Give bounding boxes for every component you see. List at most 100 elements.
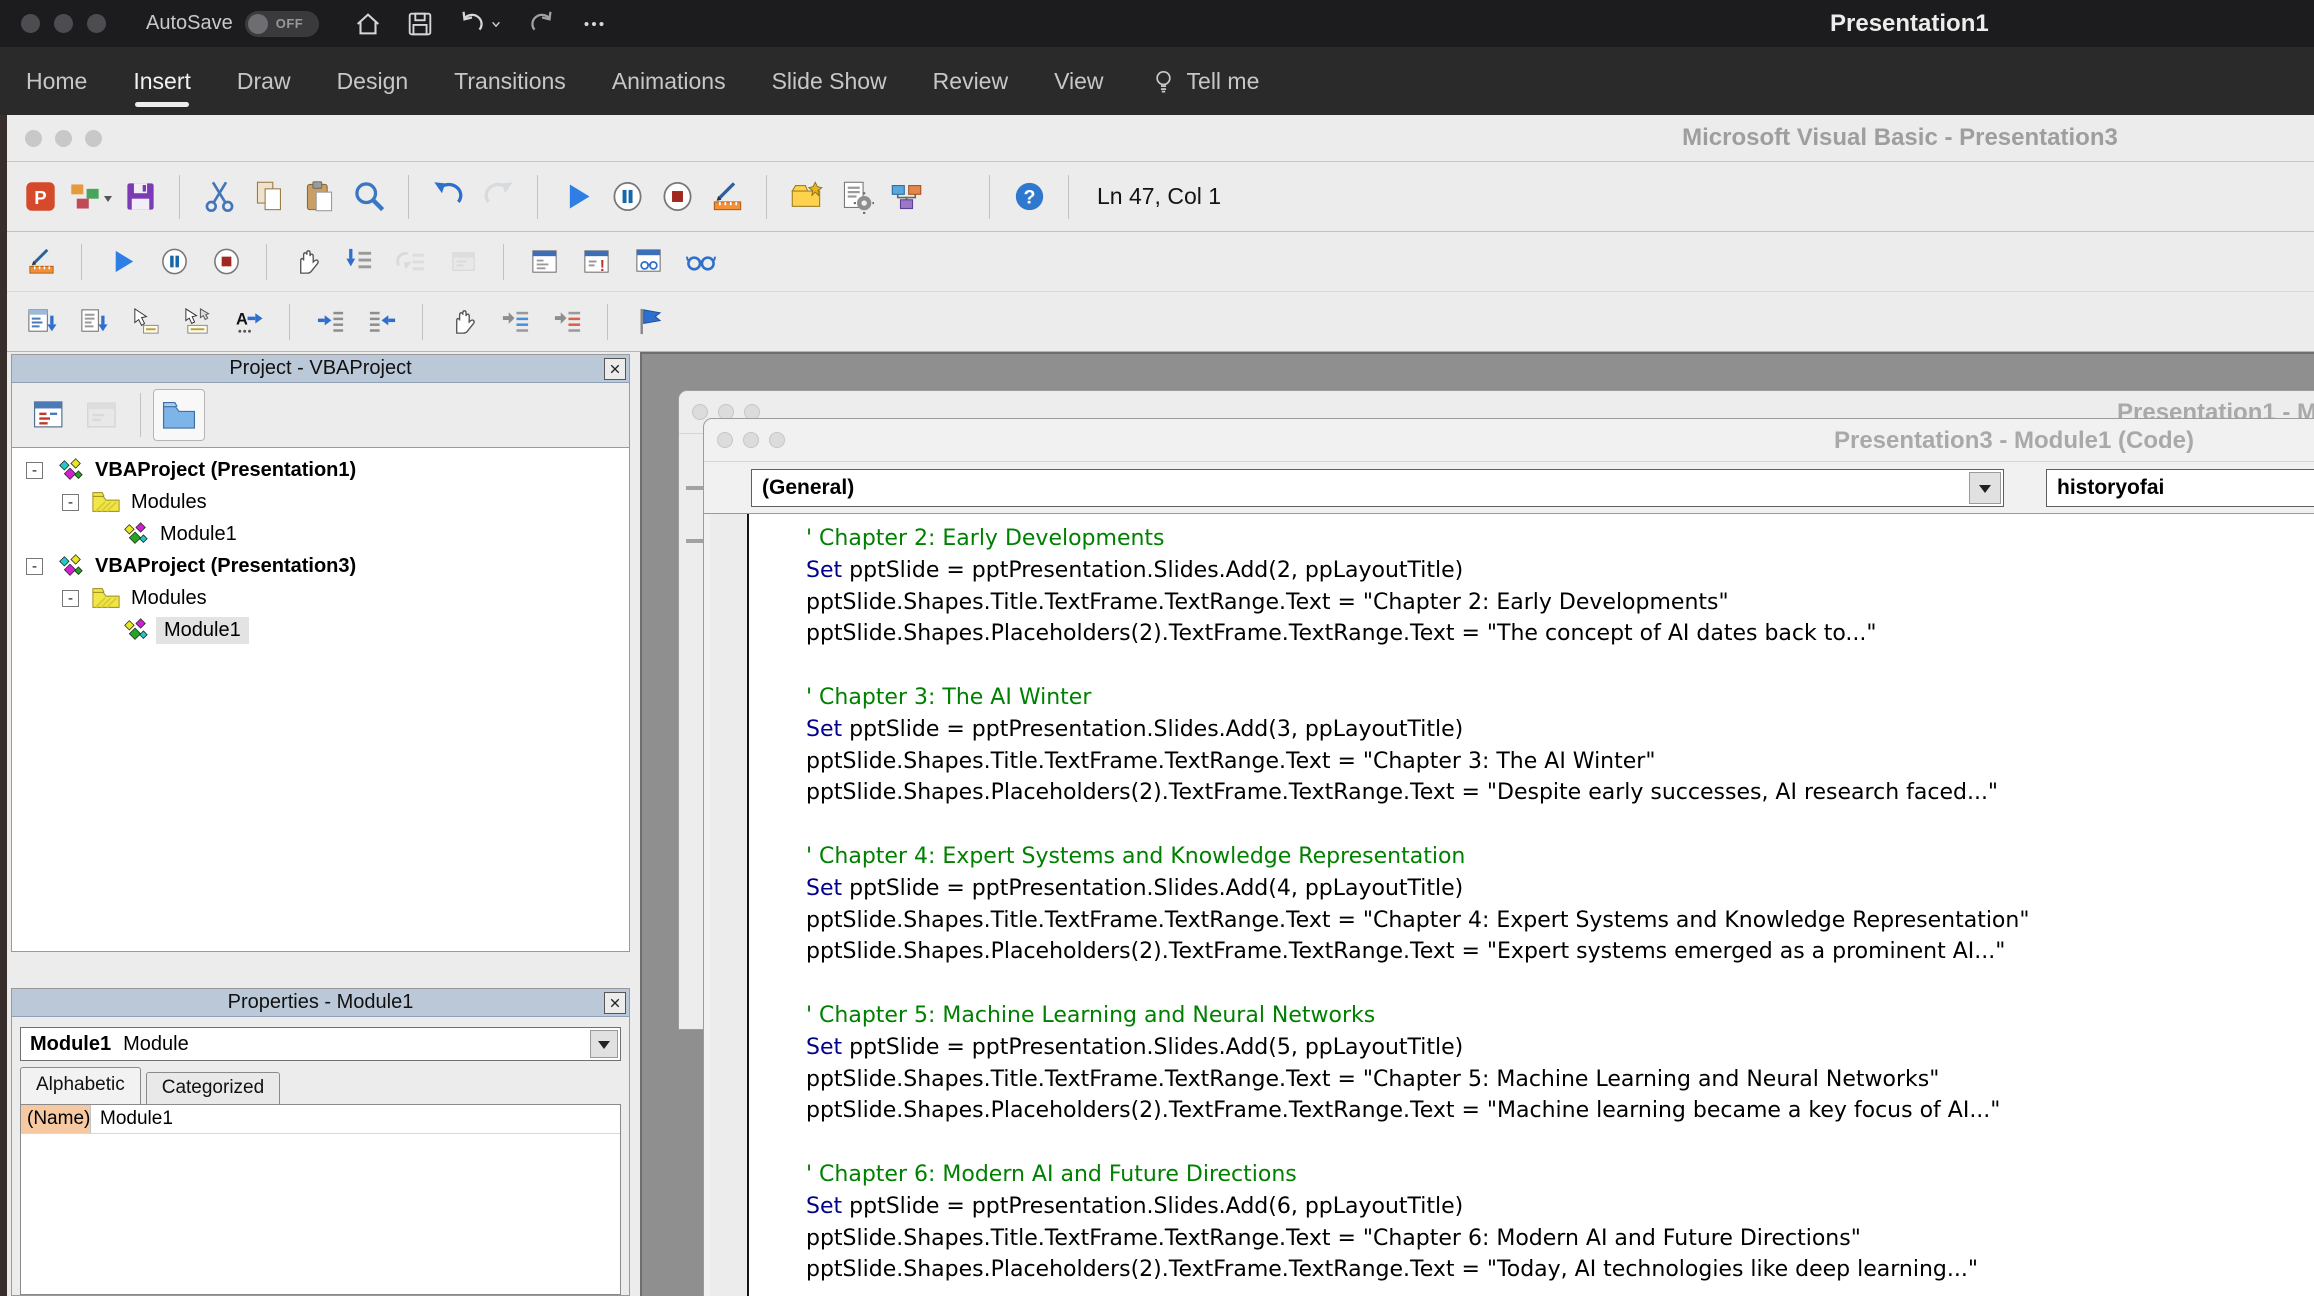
- toggle-breakpoint-button[interactable]: [283, 240, 331, 284]
- properties-tab-categorized[interactable]: Categorized: [145, 1072, 281, 1104]
- watch-window-button[interactable]: [624, 240, 672, 284]
- outdent-button[interactable]: [358, 300, 406, 344]
- powerpoint-button[interactable]: [17, 173, 63, 221]
- properties-tab-alphabetic[interactable]: Alphabetic: [20, 1067, 141, 1104]
- cut-button[interactable]: [196, 173, 242, 221]
- ribbon-tab-animations[interactable]: Animations: [612, 47, 726, 115]
- ribbon-tab-slide-show[interactable]: Slide Show: [772, 47, 887, 115]
- find-button[interactable]: [346, 173, 392, 221]
- object-dropdown[interactable]: (General): [751, 469, 2004, 507]
- minimize-button[interactable]: [55, 129, 72, 147]
- tree-item[interactable]: Module1: [12, 614, 629, 646]
- toggle-breakpoint-icon: [448, 306, 479, 337]
- design-mode-button[interactable]: [17, 240, 65, 284]
- more-commands-button[interactable]: [575, 5, 613, 43]
- stop-button[interactable]: [654, 173, 700, 221]
- tree-item[interactable]: - Modules: [12, 486, 629, 518]
- ribbon-tab-design[interactable]: Design: [337, 47, 409, 115]
- zoom-button[interactable]: [85, 129, 102, 147]
- list-constants-button[interactable]: [69, 300, 117, 344]
- toggle-bookmark-button[interactable]: [624, 300, 672, 344]
- step-over-button[interactable]: [387, 240, 435, 284]
- minimize-button[interactable]: [54, 14, 73, 33]
- quick-info-button[interactable]: [121, 300, 169, 344]
- close-button[interactable]: [21, 14, 40, 33]
- locals-window-button[interactable]: [520, 240, 568, 284]
- dropdown-arrow-button[interactable]: [1969, 472, 2001, 504]
- save-button[interactable]: [117, 173, 163, 221]
- redo-button[interactable]: [523, 5, 561, 43]
- object-browser-button[interactable]: [883, 173, 929, 221]
- tree-expander[interactable]: -: [62, 493, 79, 511]
- pause-button[interactable]: [604, 173, 650, 221]
- project-panel-header[interactable]: Project - VBAProject: [12, 355, 629, 383]
- uncomment-block-button[interactable]: [543, 300, 591, 344]
- close-button[interactable]: [717, 432, 733, 448]
- watch-window-icon: [633, 246, 664, 277]
- close-button[interactable]: [25, 129, 42, 147]
- margin-indicator-bar[interactable]: [710, 514, 749, 1296]
- run-button[interactable]: [98, 240, 146, 284]
- comment-block-button[interactable]: [491, 300, 539, 344]
- project-explorer-button[interactable]: [783, 173, 829, 221]
- procedure-dropdown[interactable]: historyofai: [2046, 469, 2314, 507]
- minimize-button[interactable]: [743, 432, 759, 448]
- ribbon-tab-draw[interactable]: Draw: [237, 47, 291, 115]
- ribbon-tab-review[interactable]: Review: [933, 47, 1008, 115]
- ribbon-tab-tell-me[interactable]: Tell me: [1150, 47, 1259, 115]
- help-button[interactable]: [1006, 173, 1052, 221]
- tree-item[interactable]: - VBAProject (Presentation3): [12, 550, 629, 582]
- ribbon-tab-insert[interactable]: Insert: [133, 47, 191, 115]
- pause-button[interactable]: [150, 240, 198, 284]
- undo-button[interactable]: [425, 173, 471, 221]
- copy-button[interactable]: [246, 173, 292, 221]
- properties-window-button[interactable]: [833, 173, 879, 221]
- tree-item[interactable]: - VBAProject (Presentation1): [12, 454, 629, 486]
- home-button[interactable]: [349, 5, 387, 43]
- ribbon-tab-view[interactable]: View: [1054, 47, 1103, 115]
- autosave-toggle[interactable]: OFF: [244, 10, 319, 37]
- indent-button[interactable]: [306, 300, 354, 344]
- step-out-button[interactable]: [439, 240, 487, 284]
- close-project-panel-button[interactable]: [604, 358, 626, 380]
- view-code-button[interactable]: [24, 389, 76, 441]
- tree-expander[interactable]: -: [62, 589, 79, 607]
- toolbar-separator: [266, 243, 267, 280]
- design-mode-button[interactable]: [704, 173, 750, 221]
- complete-word-button[interactable]: [225, 300, 273, 344]
- close-button[interactable]: [692, 404, 708, 420]
- zoom-button[interactable]: [769, 432, 785, 448]
- toggle-folders-button[interactable]: [153, 389, 205, 441]
- code-editor[interactable]: ' Chapter 2: Early Developments Set pptSl…: [749, 514, 2314, 1296]
- step-into-button[interactable]: [335, 240, 383, 284]
- list-properties-button[interactable]: [17, 300, 65, 344]
- tree-expander[interactable]: -: [26, 557, 43, 575]
- redo-button[interactable]: [475, 173, 521, 221]
- undo-button[interactable]: [453, 5, 509, 43]
- tree-item[interactable]: - Modules: [12, 582, 629, 614]
- vba-window-title: Microsoft Visual Basic - Presentation3: [1682, 124, 2118, 151]
- ribbon-tab-home[interactable]: Home: [26, 47, 87, 115]
- stop-button[interactable]: [202, 240, 250, 284]
- tree-item[interactable]: Module1: [12, 518, 629, 550]
- run-button[interactable]: [554, 173, 600, 221]
- complete-word-icon: [234, 306, 265, 337]
- paste-button[interactable]: [296, 173, 342, 221]
- ribbon-tab-label: Home: [26, 67, 88, 94]
- view-powerpoint-button[interactable]: [67, 173, 113, 221]
- toggle-breakpoint-button[interactable]: [439, 300, 487, 344]
- properties-panel-header[interactable]: Properties - Module1: [12, 989, 629, 1017]
- quick-watch-button[interactable]: [676, 240, 724, 284]
- view-object-button[interactable]: [76, 389, 128, 441]
- ribbon-tab-transitions[interactable]: Transitions: [454, 47, 566, 115]
- property-row[interactable]: (Name) Module1: [21, 1105, 620, 1134]
- close-properties-panel-button[interactable]: [604, 992, 626, 1014]
- zoom-button[interactable]: [87, 14, 106, 33]
- property-value-cell[interactable]: Module1: [91, 1105, 173, 1133]
- save-button[interactable]: [401, 5, 439, 43]
- object-selector-dropdown[interactable]: Module1 Module: [20, 1027, 621, 1061]
- dropdown-arrow-button[interactable]: [590, 1030, 618, 1058]
- tree-expander[interactable]: -: [26, 461, 43, 479]
- parameter-info-button[interactable]: [173, 300, 221, 344]
- immediate-window-button[interactable]: [572, 240, 620, 284]
